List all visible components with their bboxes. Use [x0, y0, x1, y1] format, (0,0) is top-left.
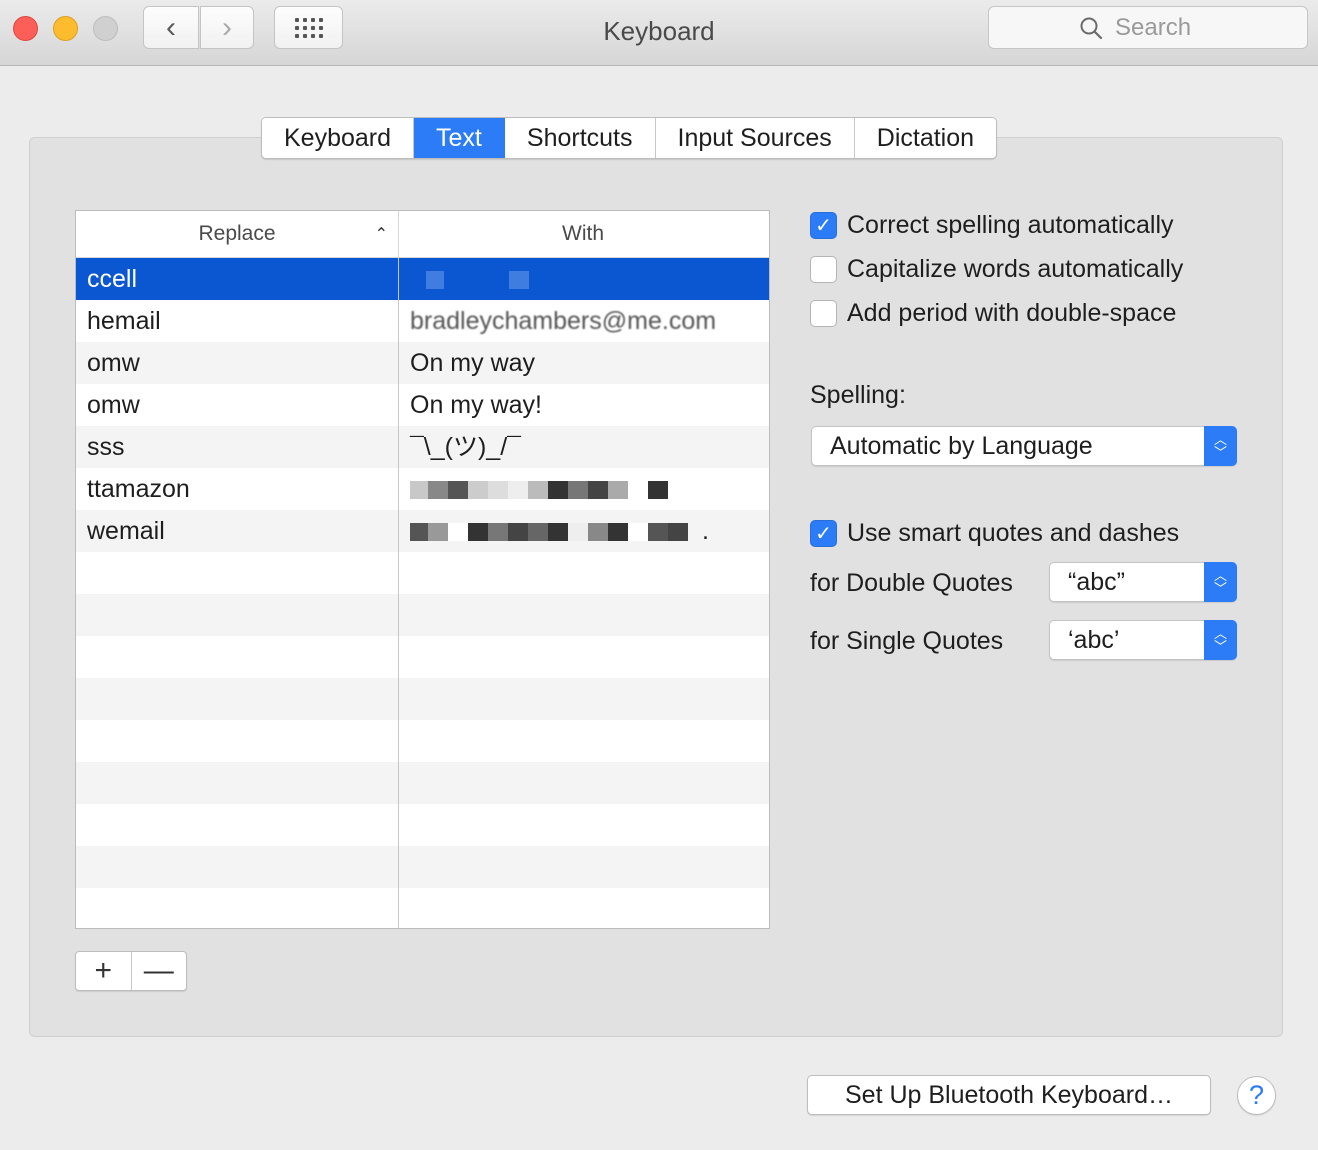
tab-keyboard[interactable]: Keyboard [262, 118, 415, 158]
tab-dictation[interactable]: Dictation [854, 118, 997, 158]
table-row[interactable]: omw On my way! [76, 384, 769, 426]
smart-quotes-checkbox[interactable]: ✓ Use smart quotes and dashes [810, 519, 1179, 548]
with-cell-trailing: . [702, 517, 709, 545]
setup-bluetooth-keyboard-button[interactable]: Set Up Bluetooth Keyboard… [807, 1075, 1211, 1115]
search-input[interactable] [1113, 12, 1217, 43]
replace-cell: omw [76, 342, 399, 384]
add-remove-control: + — [75, 951, 187, 991]
tab-input-sources[interactable]: Input Sources [655, 118, 855, 158]
empty-row [76, 846, 769, 888]
sort-ascending-icon: ⌃ [374, 226, 388, 243]
table-row[interactable]: hemail bradleychambers@me.com [76, 300, 769, 342]
correct-spelling-checkbox[interactable]: ✓ Correct spelling automatically [810, 211, 1174, 240]
add-button[interactable]: + [76, 952, 132, 990]
text-replacement-table[interactable]: Replace ⌃ With ccell hemail bradleychamb… [75, 210, 770, 929]
with-cell-redacted [399, 258, 769, 300]
unchecked-box-icon [810, 300, 837, 327]
capitalize-words-label: Capitalize words automatically [847, 255, 1184, 283]
tab-bar: Keyboard Text Shortcuts Input Sources Di… [261, 117, 998, 159]
empty-row [76, 888, 769, 928]
empty-row [76, 720, 769, 762]
remove-button[interactable]: — [132, 952, 187, 990]
question-mark-icon: ? [1248, 1080, 1265, 1110]
replace-cell: hemail [76, 300, 399, 342]
empty-row [76, 762, 769, 804]
popup-arrows-icon: ︿ ﹀ [1204, 426, 1237, 466]
popup-arrows-icon: ︿ ﹀ [1204, 562, 1237, 602]
with-cell: bradleychambers@me.com [410, 307, 717, 335]
replace-cell: wemail [76, 510, 399, 552]
column-header-with[interactable]: With [399, 211, 767, 257]
capitalize-words-checkbox[interactable]: Capitalize words automatically [810, 255, 1183, 284]
title-bar: ‹ › Keyboard [0, 0, 1318, 66]
add-period-label: Add period with double-space [847, 299, 1177, 327]
double-quotes-label: for Double Quotes [810, 569, 1013, 597]
spelling-popup[interactable]: Automatic by Language ︿ ﹀ [811, 426, 1237, 466]
empty-row [76, 636, 769, 678]
table-row[interactable]: ccell [76, 258, 769, 300]
tab-shortcuts[interactable]: Shortcuts [504, 118, 656, 158]
with-cell: ¯\_(ツ)_/¯ [410, 433, 521, 461]
with-cell: On my way [410, 349, 536, 377]
popup-arrows-icon: ︿ ﹀ [1204, 620, 1237, 660]
replace-cell: ccell [76, 258, 399, 300]
with-cell-redacted: . [399, 510, 769, 552]
checkmark-icon: ✓ [810, 212, 837, 239]
empty-row [76, 804, 769, 846]
with-cell-redacted [399, 468, 769, 510]
spelling-label: Spelling: [810, 381, 906, 409]
checkmark-icon: ✓ [810, 520, 837, 547]
smart-quotes-label: Use smart quotes and dashes [847, 519, 1180, 547]
table-row[interactable]: omw On my way [76, 342, 769, 384]
table-header: Replace ⌃ With [76, 211, 769, 258]
replace-cell: ttamazon [76, 468, 399, 510]
unchecked-box-icon [810, 256, 837, 283]
table-row[interactable]: wemail . [76, 510, 769, 552]
single-quotes-label: for Single Quotes [810, 627, 1004, 655]
empty-row [76, 552, 769, 594]
table-row[interactable]: ttamazon [76, 468, 769, 510]
column-header-replace[interactable]: Replace ⌃ [76, 211, 399, 257]
search-icon [1080, 17, 1103, 39]
with-cell: On my way! [410, 391, 542, 419]
empty-row [76, 594, 769, 636]
table-row[interactable]: sss ¯\_(ツ)_/¯ [76, 426, 769, 468]
table-body: ccell hemail bradleychambers@me.com omw … [76, 258, 769, 928]
empty-row [76, 678, 769, 720]
add-period-checkbox[interactable]: Add period with double-space [810, 299, 1176, 328]
double-quotes-popup[interactable]: “abc” ︿ ﹀ [1049, 562, 1237, 602]
tab-text[interactable]: Text [414, 118, 505, 158]
help-button[interactable]: ? [1237, 1076, 1276, 1115]
replace-cell: sss [76, 426, 399, 468]
single-quotes-popup[interactable]: ‘abc’ ︿ ﹀ [1049, 620, 1237, 660]
replace-cell: omw [76, 384, 399, 426]
correct-spelling-label: Correct spelling automatically [847, 211, 1174, 239]
search-field[interactable] [988, 6, 1308, 49]
